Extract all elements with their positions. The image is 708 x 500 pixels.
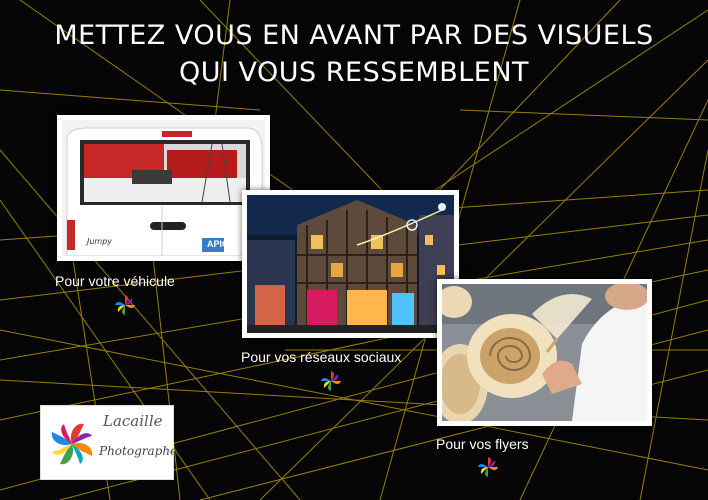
pastry-illustration [442, 284, 647, 421]
caption-vehicle: Pour votre véhicule [55, 273, 175, 289]
social-photo [242, 190, 459, 338]
pinwheel-icon [320, 370, 342, 392]
vehicle-photo: Jumpy APIC [57, 115, 270, 261]
logo-tagline: Photographe [99, 444, 178, 458]
flyers-photo [437, 279, 652, 426]
pinwheel-icon [477, 456, 499, 478]
van-badge: Jumpy [87, 237, 113, 246]
street-illustration [247, 195, 454, 333]
headline-line-2: QUI VOUS RESSEMBLENT [178, 57, 530, 88]
logo-name: Lacaille [103, 412, 163, 430]
van-sticker: APIC [207, 239, 229, 249]
pinwheel-icon [114, 294, 136, 316]
caption-flyers: Pour vos flyers [436, 436, 529, 452]
caption-social: Pour vos réseaux sociaux [241, 349, 402, 365]
headline-line-1: METTEZ VOUS EN AVANT PAR DES VISUELS [54, 20, 654, 51]
pinwheel-logo-icon [51, 423, 93, 465]
van-illustration [62, 120, 265, 256]
brand-logo: Lacaille Photographe [40, 405, 178, 480]
